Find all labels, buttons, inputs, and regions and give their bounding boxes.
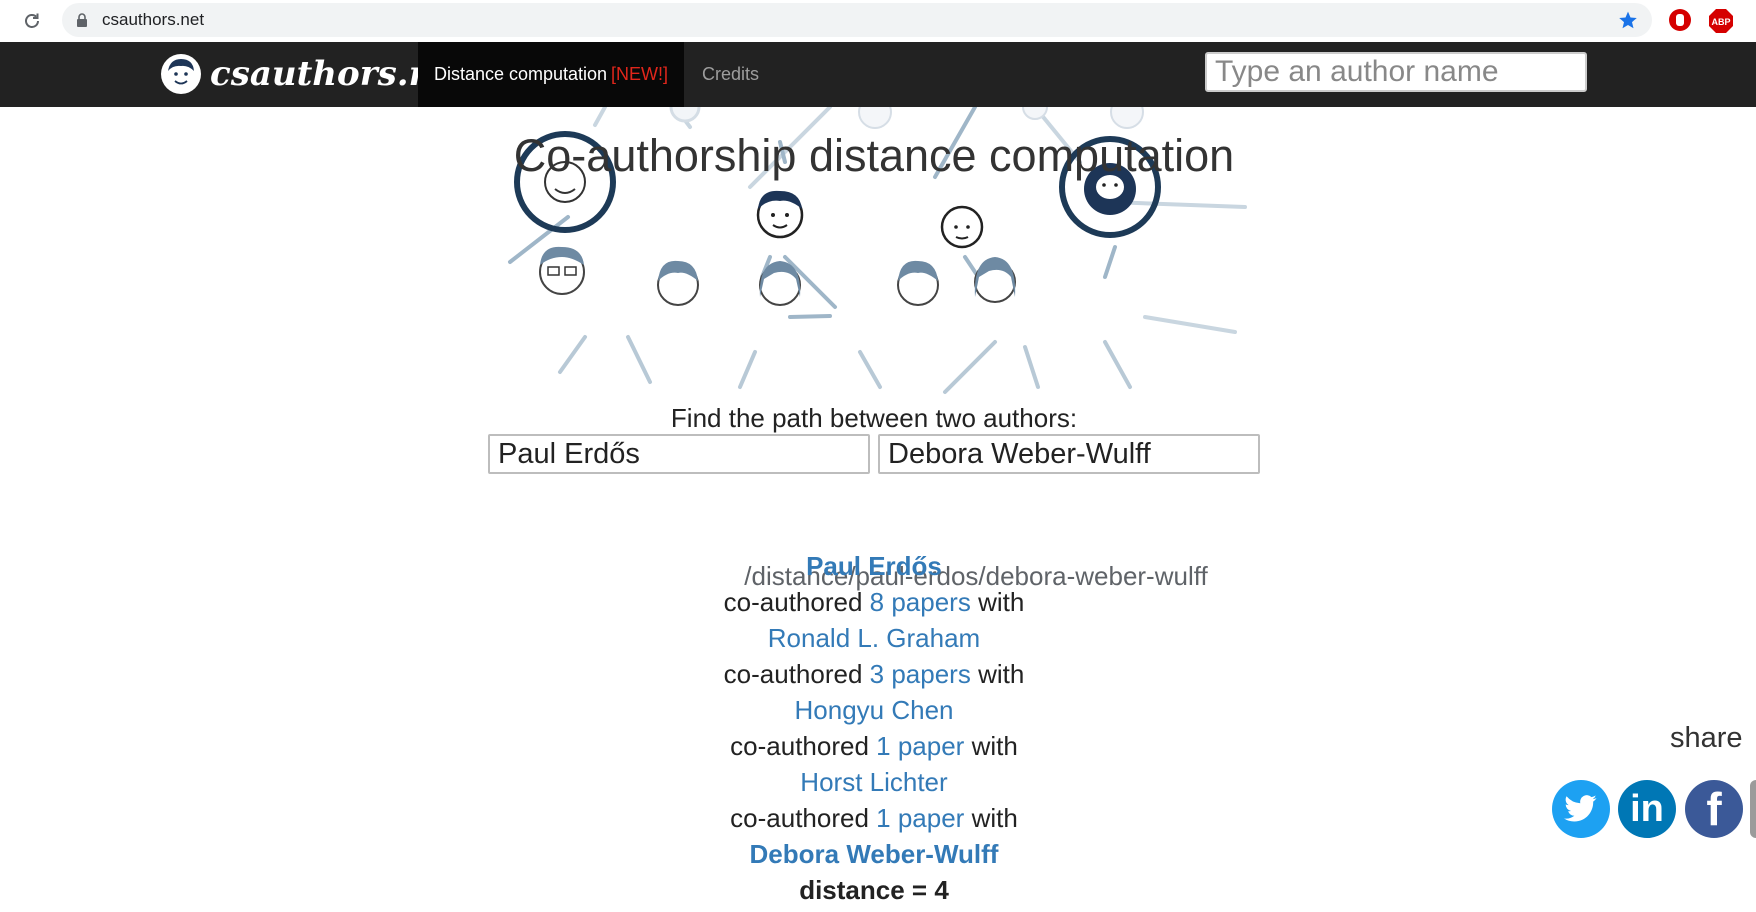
nav-distance-label: Distance computation — [433, 64, 608, 84]
path-step: co-authored 1 paper with — [0, 800, 1748, 836]
step-suffix: with — [978, 587, 1025, 617]
browser-toolbar: csauthors.net/distance/paul-erdos/debora… — [0, 0, 1756, 591]
url-host: csauthors.net — [102, 10, 205, 29]
twitter-icon[interactable] — [1552, 780, 1610, 838]
step-prefix: co-authored — [730, 731, 869, 761]
lock-icon — [76, 13, 88, 33]
coauthorship-path: Paul Erdős co-authored 8 papers with Ron… — [0, 548, 1748, 908]
author-b-input[interactable] — [878, 434, 1260, 474]
papers-link[interactable]: 1 paper — [876, 731, 964, 761]
path-start-author[interactable]: Paul Erdős — [806, 551, 942, 581]
path-author-link[interactable]: Hongyu Chen — [795, 695, 954, 725]
address-bar[interactable]: csauthors.net/distance/paul-erdos/debora… — [62, 3, 1652, 591]
papers-link[interactable]: 8 papers — [870, 587, 971, 617]
step-prefix: co-authored — [723, 587, 863, 617]
url-text: csauthors.net/distance/paul-erdos/debora… — [102, 10, 1208, 591]
path-author-link[interactable]: Horst Lichter — [800, 767, 947, 797]
ublock-icon[interactable] — [1668, 8, 1692, 37]
step-suffix: with — [971, 803, 1018, 833]
path-end-author[interactable]: Debora Weber-Wulff — [750, 839, 999, 869]
step-prefix: co-authored — [723, 659, 863, 689]
new-badge: [NEW!] — [611, 64, 669, 84]
papers-link[interactable]: 3 papers — [870, 659, 971, 689]
papers-link[interactable]: 1 paper — [876, 803, 964, 833]
logo-face-icon — [161, 54, 201, 94]
step-suffix: with — [971, 731, 1018, 761]
step-suffix: with — [978, 659, 1025, 689]
facebook-icon[interactable]: f — [1685, 780, 1743, 838]
site-navbar: csauthors.net Distance computation [NEW!… — [0, 42, 1756, 107]
reload-icon[interactable] — [18, 7, 46, 35]
author-search-input[interactable] — [1205, 52, 1587, 92]
more-share-icon[interactable] — [1750, 780, 1756, 838]
linkedin-icon[interactable]: in — [1618, 780, 1676, 838]
path-step: co-authored 3 papers with — [0, 656, 1748, 692]
distance-result: distance = 4 — [799, 875, 949, 905]
page-title: Co-authorship distance computation — [513, 130, 1235, 181]
share-label: share — [1670, 722, 1743, 754]
path-step: co-authored 8 papers with — [0, 584, 1748, 620]
nav-credits[interactable]: Credits — [702, 42, 759, 107]
path-step: co-authored 1 paper with — [0, 728, 1748, 764]
star-icon[interactable] — [1618, 10, 1638, 35]
nav-distance-computation[interactable]: Distance computation [NEW!] — [418, 42, 684, 107]
step-prefix: co-authored — [730, 803, 869, 833]
find-path-label: Find the path between two authors: — [670, 403, 1078, 433]
abp-icon[interactable]: ABP — [1708, 8, 1734, 39]
author-a-input[interactable] — [488, 434, 870, 474]
abp-label: ABP — [1711, 17, 1730, 27]
path-author-link[interactable]: Ronald L. Graham — [768, 623, 980, 653]
